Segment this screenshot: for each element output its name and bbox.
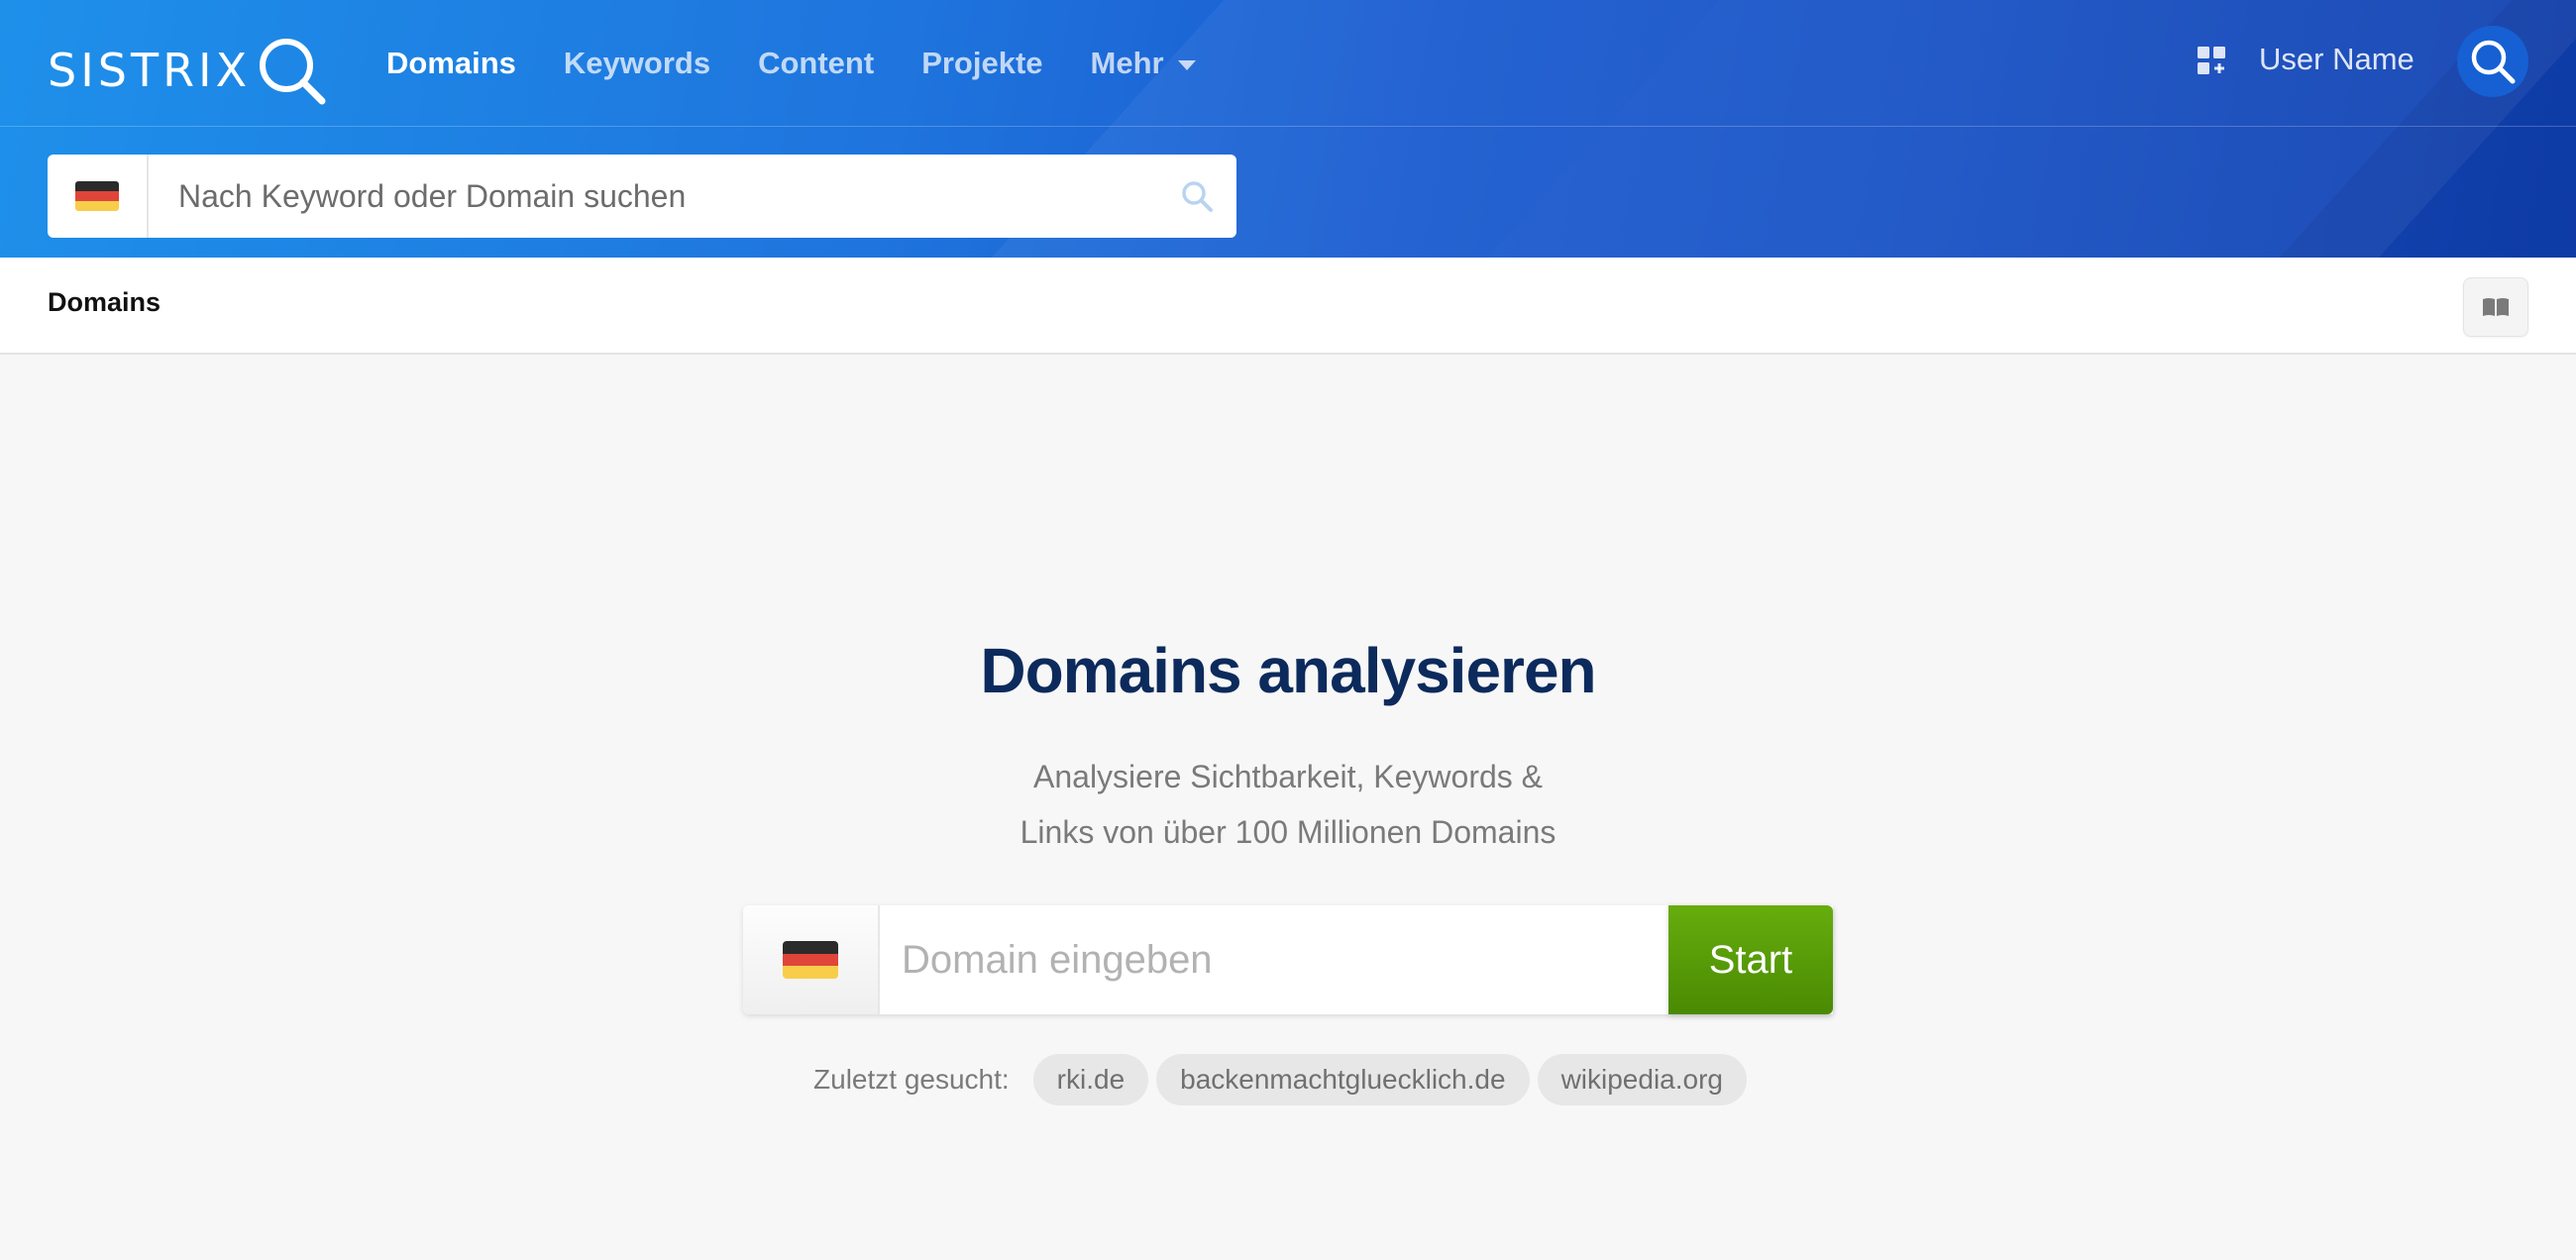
nav-item-label: Content	[758, 46, 875, 80]
book-icon	[2483, 298, 2509, 316]
start-button[interactable]: Start	[1668, 905, 1833, 1014]
nav-item-label: Keywords	[563, 46, 711, 80]
sistrix-logo[interactable]: SISTRIX	[48, 34, 328, 107]
logo-magnifier-icon	[260, 39, 326, 105]
app-header: SISTRIX Domains Keywords Content Projekt…	[0, 0, 2576, 258]
help-manual-button[interactable]	[2463, 277, 2528, 337]
user-menu[interactable]: User Name	[2259, 38, 2415, 81]
recent-search-chip[interactable]: backenmachtgluecklich.de	[1156, 1054, 1530, 1105]
search-icon	[2471, 40, 2516, 84]
domain-country-selector[interactable]	[743, 905, 880, 1014]
nav-item-label: Projekte	[921, 46, 1043, 80]
nav-item-content[interactable]: Content	[758, 40, 874, 87]
germany-flag-icon	[75, 181, 119, 211]
chevron-down-icon	[1177, 60, 1196, 70]
nav-item-domains[interactable]: Domains	[386, 40, 516, 87]
country-selector[interactable]	[48, 155, 149, 238]
apps-grid-icon[interactable]	[2196, 45, 2227, 76]
recent-searches: Zuletzt gesucht: rki.de backenmachtgluec…	[0, 1054, 2576, 1105]
germany-flag-icon	[783, 941, 838, 979]
nav-item-label: Domains	[386, 46, 516, 80]
main-nav: Domains Keywords Content Projekte Mehr	[386, 40, 1243, 87]
top-navigation-bar: SISTRIX Domains Keywords Content Projekt…	[0, 0, 2576, 127]
nav-item-label: Mehr	[1090, 46, 1164, 80]
page-title: Domains	[48, 287, 161, 317]
subtitle-line: Analysiere Sichtbarkeit, Keywords &	[1033, 759, 1543, 794]
nav-item-keywords[interactable]: Keywords	[564, 40, 710, 87]
main-heading: Domains analysieren	[980, 635, 1596, 706]
recent-search-chip[interactable]: wikipedia.org	[1537, 1054, 1747, 1105]
breadcrumb: Domains	[0, 258, 2576, 355]
keyword-domain-search-input[interactable]	[149, 155, 1157, 238]
keyword-domain-search-bar	[48, 155, 1236, 238]
global-search-button[interactable]	[2457, 26, 2528, 97]
recent-search-chip[interactable]: rki.de	[1032, 1054, 1149, 1105]
nav-item-projekte[interactable]: Projekte	[921, 40, 1042, 87]
search-icon	[1182, 181, 1213, 212]
nav-item-mehr[interactable]: Mehr	[1091, 40, 1196, 87]
main-subtitle: Analysiere Sichtbarkeit, Keywords & Link…	[0, 749, 2576, 860]
logo-text: SISTRIX	[48, 44, 252, 97]
subtitle-line: Links von über 100 Millionen Domains	[1020, 814, 1556, 850]
recent-searches-label: Zuletzt gesucht:	[813, 1064, 1010, 1095]
search-submit-button[interactable]	[1157, 178, 1236, 214]
